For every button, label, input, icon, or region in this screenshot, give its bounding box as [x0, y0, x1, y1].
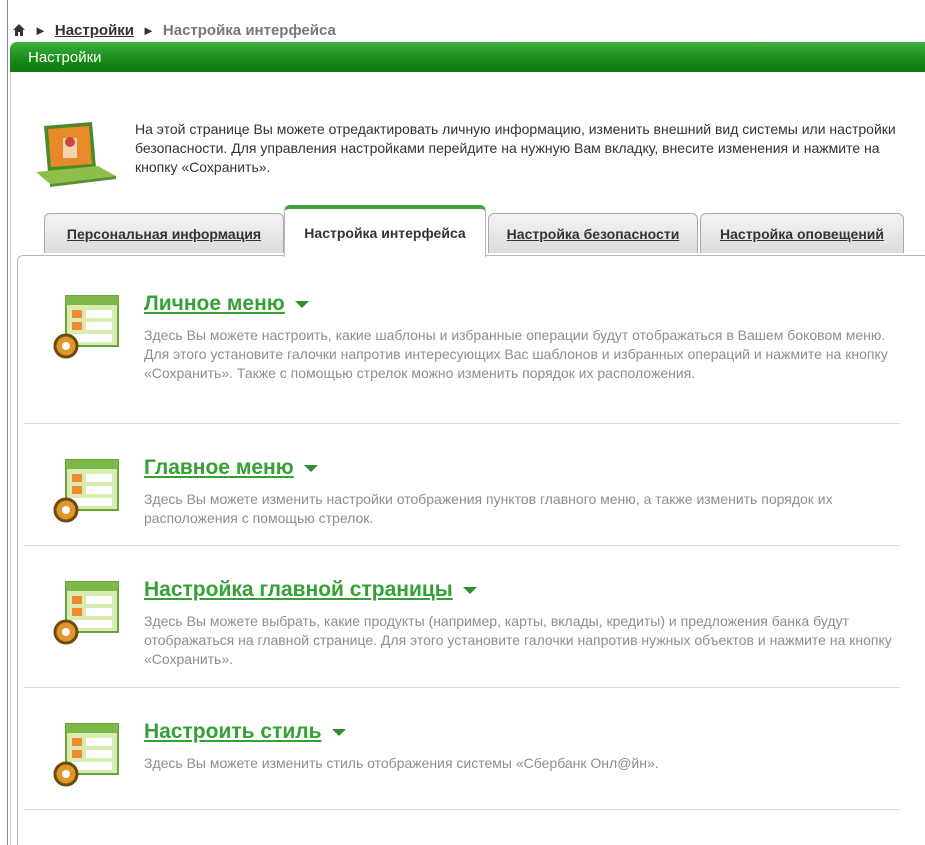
section-home-page-settings: Настройка главной страницы Здесь Вы може…	[24, 578, 900, 688]
settings-window-gear-icon	[53, 581, 119, 645]
header-title: Настройки	[28, 48, 102, 66]
breadcrumb-link-settings[interactable]: Настройки	[55, 22, 134, 39]
chevron-down-icon[interactable]	[462, 586, 477, 594]
section-description: Здесь Вы можете изменить настройки отобр…	[144, 491, 833, 526]
breadcrumb-separator-icon: ►	[34, 22, 47, 38]
section-description: Здесь Вы можете выбрать, какие продукты …	[144, 613, 892, 667]
chevron-down-icon[interactable]	[303, 464, 318, 472]
section-title-link[interactable]: Личное меню	[144, 292, 309, 316]
divider	[24, 809, 900, 810]
chevron-down-icon[interactable]	[331, 728, 346, 736]
section-style-settings: Настроить стиль Здесь Вы можете изменить…	[24, 720, 900, 800]
section-title-link[interactable]: Настройка главной страницы	[144, 578, 477, 602]
tab-personal-info[interactable]: Персональная информация	[44, 213, 284, 253]
settings-window-gear-icon	[53, 459, 119, 523]
divider	[24, 423, 900, 424]
intro-text: На этой странице Вы можете отредактирова…	[135, 121, 896, 175]
divider	[24, 687, 900, 688]
section-description: Здесь Вы можете настроить, какие шаблоны…	[144, 327, 888, 381]
settings-window-gear-icon	[53, 723, 119, 787]
divider	[24, 545, 900, 546]
tab-interface-settings[interactable]: Настройка интерфейса	[284, 205, 486, 257]
breadcrumb-separator-icon: ►	[142, 22, 155, 38]
laptop-user-icon	[36, 122, 116, 187]
section-personal-menu: Личное меню Здесь Вы можете настроить, к…	[24, 292, 900, 402]
tab-notification-settings[interactable]: Настройка оповещений	[700, 213, 904, 253]
section-title-link[interactable]: Главное меню	[144, 456, 318, 480]
tab-security-settings[interactable]: Настройка безопасности	[488, 213, 698, 253]
home-icon[interactable]	[12, 23, 26, 37]
breadcrumb: ► Настройки ► Настройка интерфейса	[12, 20, 336, 40]
section-main-menu: Главное меню Здесь Вы можете изменить на…	[24, 456, 900, 546]
settings-window-gear-icon	[53, 295, 119, 359]
section-title-link[interactable]: Настроить стиль	[144, 720, 346, 744]
chevron-down-icon[interactable]	[294, 300, 309, 308]
breadcrumb-current: Настройка интерфейса	[162, 21, 336, 39]
section-header-bar: Настройки	[10, 42, 925, 72]
section-description: Здесь Вы можете изменить стиль отображен…	[144, 755, 659, 771]
